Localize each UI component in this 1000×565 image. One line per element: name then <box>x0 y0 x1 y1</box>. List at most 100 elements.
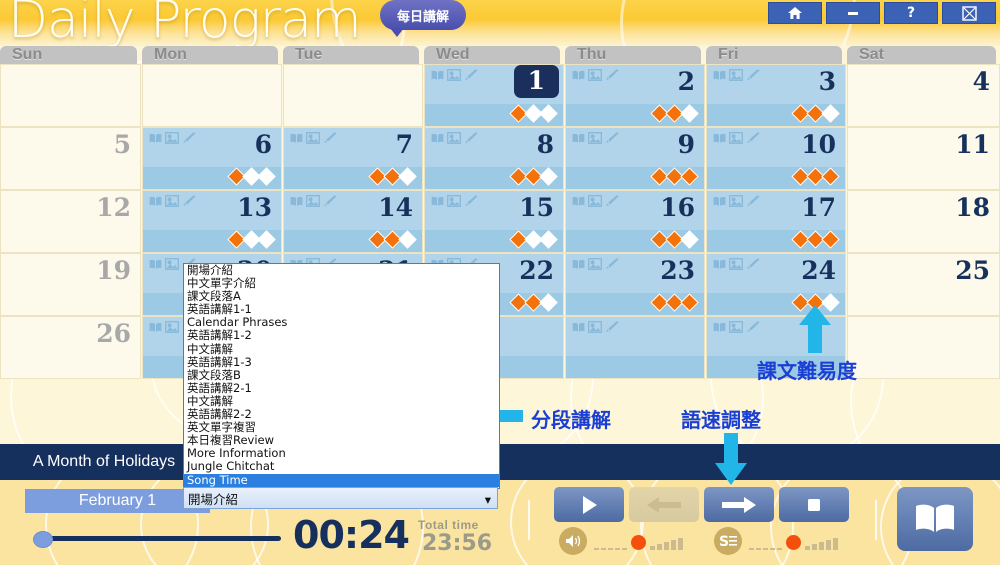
calendar-day-number: 24 <box>801 256 836 285</box>
volume-bar <box>650 546 655 550</box>
arrow-up-icon <box>799 305 831 353</box>
pencil-icon <box>747 258 760 269</box>
lesson-icons <box>149 132 197 144</box>
book-icon <box>713 322 726 332</box>
calendar-day-number: 6 <box>254 130 272 159</box>
difficulty-diamond <box>680 104 699 123</box>
book-icon <box>713 196 726 206</box>
volume-bar <box>671 540 676 550</box>
close-icon <box>961 5 977 21</box>
calendar-cell-empty <box>847 316 1000 379</box>
card-icon <box>729 321 743 333</box>
calendar-cell-empty[interactable] <box>565 316 705 379</box>
segment-option[interactable]: 英語講解2-1 <box>184 381 499 395</box>
segment-option[interactable]: 中文講解 <box>184 342 499 356</box>
difficulty-bar <box>566 104 704 126</box>
calendar-cell-13[interactable]: 13 <box>142 190 282 253</box>
speed-bar <box>826 540 831 550</box>
pencil-icon <box>606 132 619 143</box>
difficulty-bar <box>143 167 281 189</box>
volume-icon-wrap[interactable] <box>559 527 587 555</box>
lesson-icons <box>572 258 620 270</box>
segment-option[interactable]: 課文段落B <box>184 368 499 382</box>
progress-slider[interactable] <box>28 531 283 548</box>
progress-knob[interactable] <box>32 531 53 548</box>
book-icon <box>149 259 162 269</box>
segment-select[interactable]: 開場介紹 ▾ <box>183 487 498 509</box>
calendar-cell-12: 12 <box>0 190 141 253</box>
pencil-icon <box>606 69 619 80</box>
volume-knob[interactable] <box>631 535 646 550</box>
speed-icon: S <box>719 534 737 549</box>
current-time: 00:24 <box>293 513 410 557</box>
daily-program-app: Daily Program 每日講解 ? Sun Mon Tue Wed Thu Fri S… <box>0 0 1000 565</box>
pencil-icon <box>606 258 619 269</box>
book-icon <box>149 196 162 206</box>
close-button[interactable] <box>942 2 996 24</box>
lesson-icons <box>572 321 620 333</box>
minimize-button[interactable] <box>826 2 880 24</box>
stop-button[interactable] <box>779 487 849 522</box>
difficulty-diamond <box>539 230 558 249</box>
annotation-segments: 分段講解 <box>531 408 611 432</box>
difficulty-diamonds <box>509 293 558 312</box>
previous-button[interactable] <box>629 487 699 522</box>
speed-icon-wrap[interactable]: S <box>714 527 742 555</box>
card-icon <box>729 258 743 270</box>
speed-bar <box>805 546 810 550</box>
lesson-icons <box>572 132 620 144</box>
volume-dash <box>601 548 606 550</box>
calendar-cell-6[interactable]: 6 <box>142 127 282 190</box>
calendar-cell-3[interactable]: 3 <box>706 64 846 127</box>
calendar-cell-2[interactable]: 2 <box>565 64 705 127</box>
difficulty-diamonds <box>509 230 558 249</box>
calendar-day-number: 7 <box>395 130 413 159</box>
card-icon <box>165 258 179 270</box>
segment-option[interactable]: Song Time <box>184 473 499 487</box>
next-button[interactable] <box>704 487 774 522</box>
calendar-cell-10[interactable]: 10 <box>706 127 846 190</box>
calendar-cell-1[interactable]: 1 <box>424 64 564 127</box>
segment-option[interactable]: 英語講解1-2 <box>184 329 499 342</box>
calendar-cell-empty <box>0 64 141 127</box>
play-button[interactable] <box>554 487 624 522</box>
difficulty-diamond <box>257 230 276 249</box>
segment-option[interactable]: Jungle Chitchat <box>184 460 499 473</box>
difficulty-bar <box>566 230 704 252</box>
help-button[interactable]: ? <box>884 2 938 24</box>
difficulty-diamonds <box>791 104 840 123</box>
difficulty-bar <box>566 293 704 315</box>
calendar-cell-17[interactable]: 17 <box>706 190 846 253</box>
segment-option[interactable]: 英語講解1-3 <box>184 355 499 369</box>
divider-left <box>528 500 530 540</box>
lesson-icons <box>431 195 479 207</box>
difficulty-diamonds <box>650 167 699 186</box>
book-icon <box>431 133 444 143</box>
svg-text:S: S <box>719 534 729 549</box>
calendar-cell-11: 11 <box>847 127 1000 190</box>
calendar-day-number: 1 <box>513 65 559 98</box>
segment-dropdown-list[interactable]: 開場介紹 中文單字介紹 課文段落A 英語講解1-1 Calendar Phrases 英語… <box>183 263 500 489</box>
speed-knob[interactable] <box>786 535 801 550</box>
calendar-cell-8[interactable]: 8 <box>424 127 564 190</box>
segment-select-value: 開場介紹 <box>188 491 239 507</box>
lesson-icons <box>572 195 620 207</box>
card-icon <box>165 132 179 144</box>
calendar-cell-7[interactable]: 7 <box>283 127 423 190</box>
calendar-cell-14[interactable]: 14 <box>283 190 423 253</box>
book-button[interactable] <box>897 487 973 551</box>
speed-dash <box>749 548 754 550</box>
calendar-cell-empty <box>283 64 423 127</box>
calendar-cell-23[interactable]: 23 <box>565 253 705 316</box>
home-button[interactable] <box>768 2 822 24</box>
card-icon <box>165 195 179 207</box>
volume-slider[interactable] <box>594 535 683 550</box>
total-time-label: Total time <box>418 518 479 532</box>
calendar-cell-9[interactable]: 9 <box>565 127 705 190</box>
speed-slider[interactable] <box>749 535 838 550</box>
calendar-cell-15[interactable]: 15 <box>424 190 564 253</box>
calendar-cell-16[interactable]: 16 <box>565 190 705 253</box>
difficulty-diamond <box>821 230 840 249</box>
card-icon <box>306 195 320 207</box>
calendar-cell-26: 26 <box>0 316 141 379</box>
